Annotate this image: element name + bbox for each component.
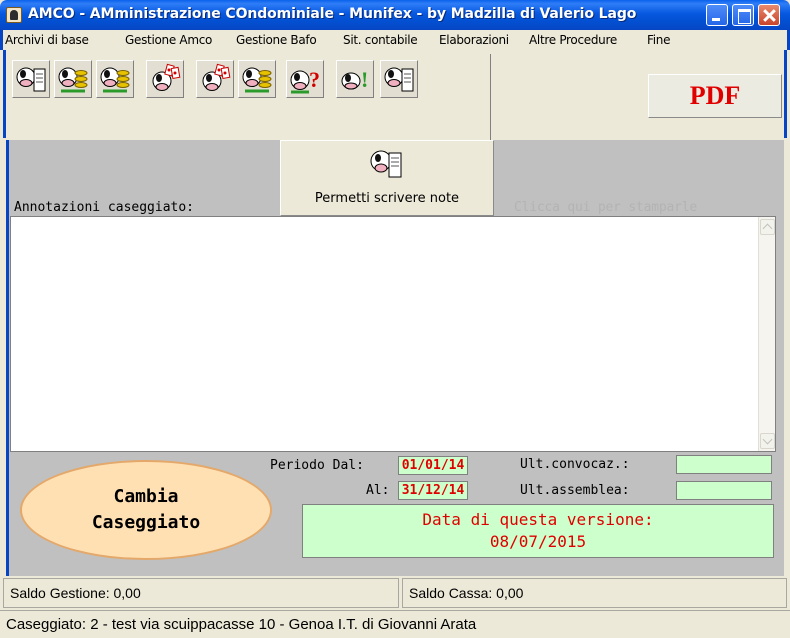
notes-textarea[interactable]: [10, 216, 776, 452]
allow-notes-button[interactable]: Permetti scrivere note: [280, 140, 494, 216]
toolbar-button-fine[interactable]: [380, 60, 418, 98]
toolbar-button-help[interactable]: ?: [286, 60, 324, 98]
status-bar: Saldo Gestione: 0,00 Saldo Cassa: 0,00: [3, 578, 787, 608]
toolbar: ? ! PDF: [3, 50, 787, 140]
version-label: Data di questa versione:: [422, 510, 654, 529]
menu-altre-procedure[interactable]: Altre Procedure: [529, 33, 617, 47]
assembly-field[interactable]: [676, 481, 772, 500]
change-building-line1: Cambia: [113, 486, 179, 507]
cow-book-icon: [16, 67, 46, 92]
scroll-down-icon[interactable]: [760, 433, 775, 449]
saldo-cassa: Saldo Cassa: 0,00: [402, 578, 787, 608]
notes-scrollbar[interactable]: [758, 217, 775, 451]
toolbar-button-gestione-amco[interactable]: [54, 60, 92, 98]
menu-bar: Archivi di base Gestione Amco Gestione B…: [0, 30, 790, 50]
maximize-button[interactable]: [732, 4, 754, 26]
menu-gestione-amco[interactable]: Gestione Amco: [125, 33, 212, 47]
cow-coins-icon: [242, 67, 272, 93]
minimize-button[interactable]: [706, 4, 728, 26]
toolbar-button-gestione-bafo[interactable]: [96, 60, 134, 98]
assembly-label: Ult.assemblea:: [520, 483, 630, 498]
cow-question-icon: ?: [290, 67, 320, 94]
menu-fine[interactable]: Fine: [647, 33, 670, 47]
toolbar-button-alert[interactable]: !: [336, 60, 374, 98]
cow-cards-icon: [152, 63, 181, 91]
toolbar-button-elaborazioni[interactable]: [196, 60, 234, 98]
toolbar-separator: [490, 54, 491, 140]
toolbar-button-altre-procedure[interactable]: [238, 60, 276, 98]
version-info: Data di questa versione: 08/07/2015: [302, 504, 774, 558]
title-bar[interactable]: AMCO - AMministrazione COndominiale - Mu…: [0, 0, 790, 30]
toolbar-button-sit-contabile[interactable]: [146, 60, 184, 98]
convocation-label: Ult.convocaz.:: [520, 457, 630, 472]
svg-text:?: ?: [309, 67, 320, 92]
convocation-field[interactable]: [676, 455, 772, 474]
caseggiato-status: Caseggiato: 2 - test via scuippacasse 10…: [0, 610, 790, 638]
menu-archivi-di-base[interactable]: Archivi di base: [5, 33, 89, 47]
saldo-gestione: Saldo Gestione: 0,00: [3, 578, 399, 608]
window-title: AMCO - AMministrazione COndominiale - Mu…: [28, 6, 637, 22]
app-icon[interactable]: [6, 7, 22, 23]
scroll-up-icon[interactable]: [760, 219, 775, 235]
svg-text:!: !: [361, 67, 368, 92]
pdf-button[interactable]: PDF: [648, 74, 782, 118]
notes-label: Annotazioni caseggiato:: [14, 200, 195, 215]
close-button[interactable]: [758, 4, 780, 26]
change-building-label: Cambia Caseggiato: [22, 484, 270, 536]
period-to-field[interactable]: 31/12/14: [398, 481, 468, 500]
cow-book-icon: [384, 67, 414, 92]
cow-coins-icon: [58, 67, 88, 93]
allow-notes-label: Permetti scrivere note: [314, 191, 460, 206]
version-date: 08/07/2015: [489, 532, 587, 551]
period-to-label: Al:: [366, 483, 390, 498]
menu-elaborazioni[interactable]: Elaborazioni: [439, 33, 509, 47]
toolbar-button-archivi[interactable]: [12, 60, 50, 98]
period-from-field[interactable]: 01/01/14: [398, 456, 468, 475]
change-building-button[interactable]: Cambia Caseggiato: [20, 460, 272, 560]
period-from-label: Periodo Dal:: [270, 458, 364, 473]
cow-cards-icon: [202, 63, 231, 91]
menu-gestione-bafo[interactable]: Gestione Bafo: [236, 33, 317, 47]
cow-book-icon: [370, 150, 402, 178]
menu-sit-contabile[interactable]: Sit. contabile: [343, 33, 418, 47]
cow-coins-icon: [100, 67, 130, 93]
cow-exclaim-icon: !: [341, 67, 368, 92]
print-notes-link[interactable]: Clicca qui per stamparle: [514, 200, 697, 215]
change-building-line2: Caseggiato: [91, 512, 201, 533]
